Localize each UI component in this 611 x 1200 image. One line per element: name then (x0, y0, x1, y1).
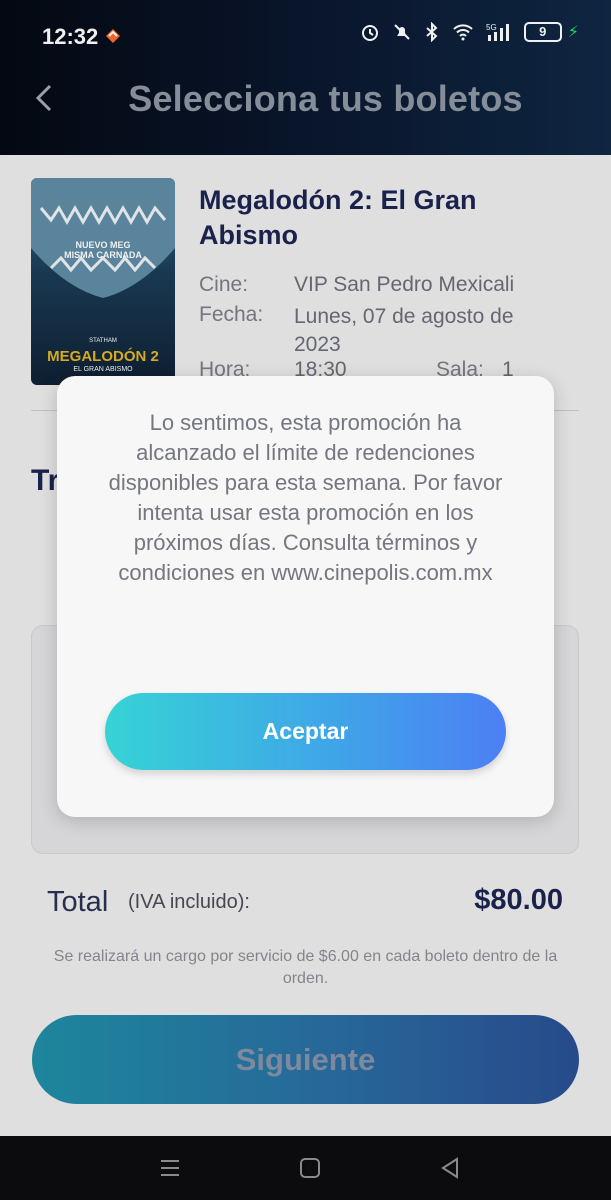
promo-limit-dialog: Lo sentimos, esta promoción ha alcanzado… (57, 376, 554, 817)
home-icon[interactable] (295, 1153, 325, 1183)
menu-icon[interactable] (155, 1153, 185, 1183)
dialog-message: Lo sentimos, esta promoción ha alcanzado… (108, 410, 503, 585)
back-icon[interactable] (435, 1153, 465, 1183)
accept-button[interactable]: Aceptar (105, 693, 506, 770)
